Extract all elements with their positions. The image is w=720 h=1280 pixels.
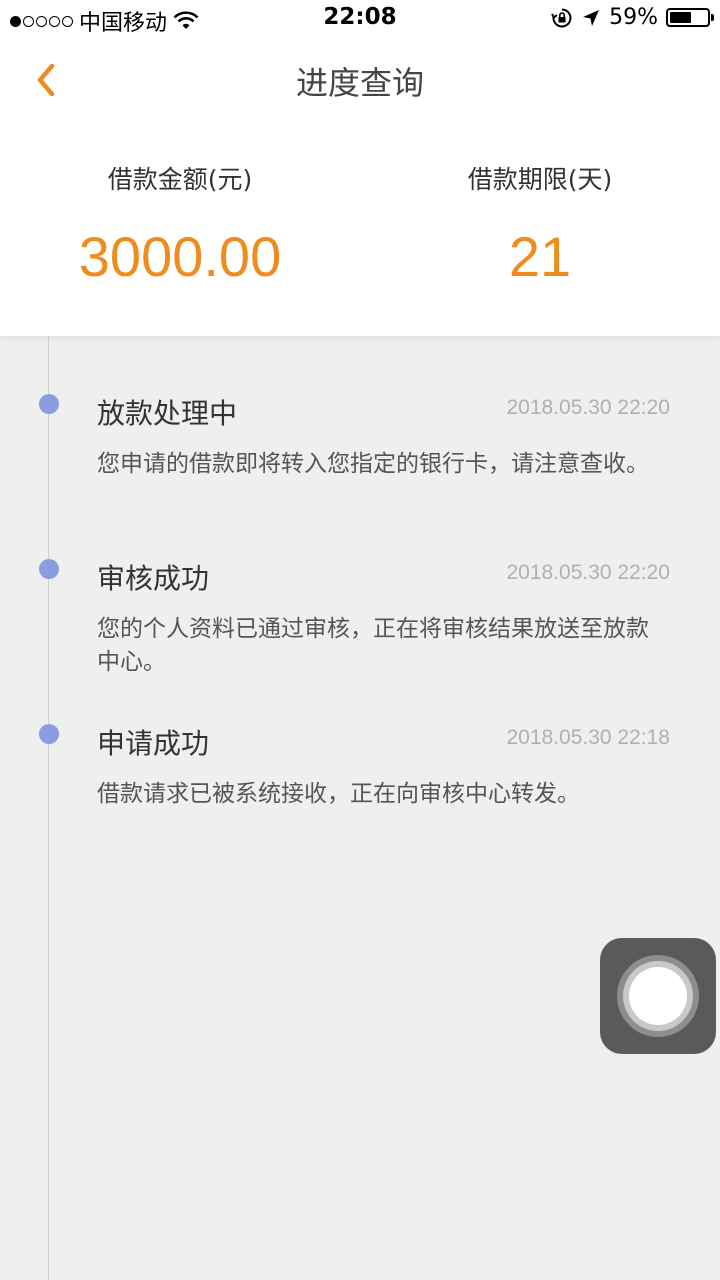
timeline-dot bbox=[39, 559, 59, 579]
loan-amount-section: 借款金额(元) 3000.00 bbox=[0, 160, 360, 289]
timeline-line bbox=[48, 336, 49, 1280]
timeline-title: 申请成功 bbox=[97, 727, 210, 760]
battery-percent: 59% bbox=[609, 5, 658, 30]
timeline-title: 放款处理中 bbox=[97, 397, 238, 430]
timeline-desc: 您的个人资料已通过审核，正在将审核结果放送至放款中心。 bbox=[97, 616, 649, 675]
status-right: 59% bbox=[551, 5, 714, 30]
loan-term-label: 借款期限(天) bbox=[467, 165, 613, 194]
loan-term-section: 借款期限(天) 21 bbox=[360, 160, 720, 289]
assistive-touch-button[interactable] bbox=[600, 938, 716, 1054]
timeline-dot bbox=[39, 394, 59, 414]
timeline-title: 审核成功 bbox=[97, 562, 210, 595]
loan-amount-label: 借款金额(元) bbox=[107, 165, 253, 194]
timeline-time: 2018.05.30 22:20 bbox=[506, 396, 671, 419]
loan-term-value: 21 bbox=[508, 225, 572, 288]
page-title: 进度查询 bbox=[295, 64, 424, 102]
timeline-desc: 借款请求已被系统接收，正在向审核中心转发。 bbox=[97, 781, 580, 807]
orientation-lock-icon bbox=[551, 8, 572, 27]
timeline-time: 2018.05.30 22:20 bbox=[506, 561, 671, 584]
assistive-touch-icon bbox=[617, 955, 699, 1037]
timeline-time: 2018.05.30 22:18 bbox=[506, 726, 671, 749]
timeline-dot bbox=[39, 724, 59, 744]
battery-icon bbox=[666, 8, 714, 27]
header-panel: 中国移动 22:08 59% 进度查询 借款金额(元) 3000.00 借款期限… bbox=[0, 0, 720, 336]
loan-amount-value: 3000.00 bbox=[78, 225, 282, 288]
timeline-desc: 您申请的借款即将转入您指定的银行卡，请注意查收。 bbox=[97, 451, 649, 477]
status-bar: 中国移动 22:08 59% bbox=[0, 0, 720, 40]
location-icon bbox=[583, 9, 600, 26]
battery-level bbox=[670, 12, 692, 23]
